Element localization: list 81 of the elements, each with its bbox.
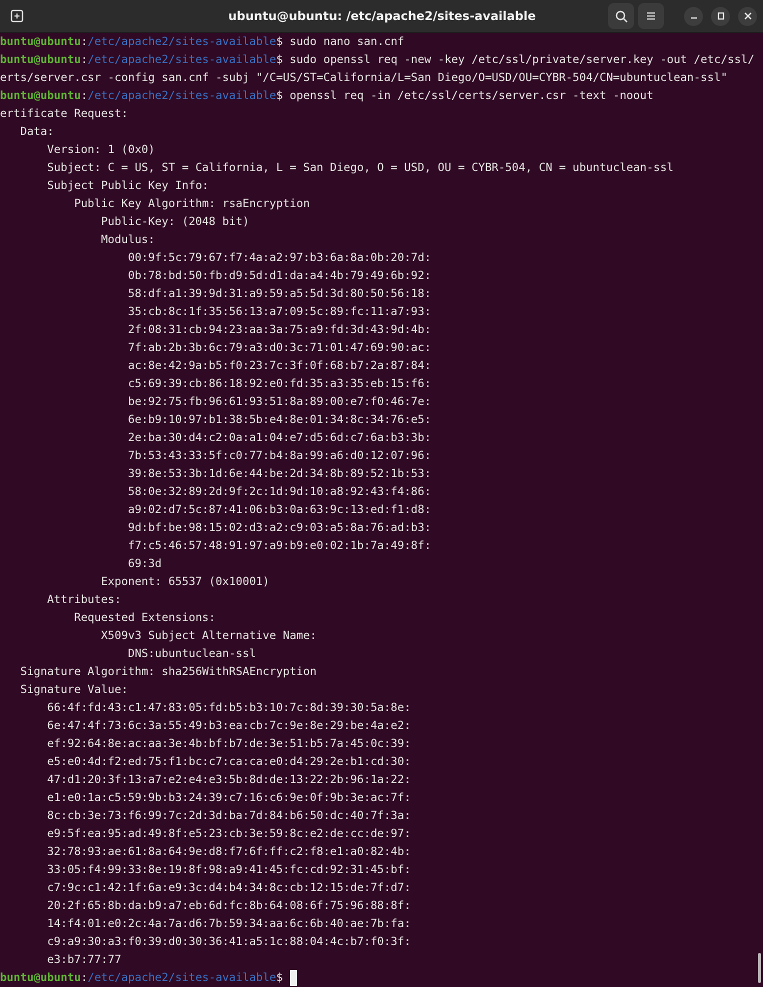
output-line: 00:9f:5c:79:67:f7:4a:a2:97:b3:6a:8a:0b:20:7d: xyxy=(128,250,432,266)
scrollbar-thumb[interactable] xyxy=(758,953,761,983)
output-line: 8c:cb:3e:73:f6:99:7c:2d:3d:ba:7d:84:b6:50:dc:40:7f:3a: xyxy=(47,808,411,824)
command-text: openssl req -in /etc/ssl/certs/server.csr -text -noout xyxy=(290,88,654,104)
output-line: c9:a9:30:a3:f0:39:d0:30:36:41:a5:1c:88:04:4c:b7:f0:3f: xyxy=(47,934,411,950)
output-line: 58:df:a1:39:9d:31:a9:59:a5:5d:3d:80:50:56:18: xyxy=(128,286,432,302)
maximize-icon xyxy=(716,12,724,20)
output-line: 47:d1:20:3f:13:a7:e2:e4:e3:5b:8d:de:13:22:2b:96:1a:22: xyxy=(47,772,411,788)
output-line: ef:92:64:8e:ac:aa:3e:4b:bf:b7:de:3e:51:b5:7a:45:0c:39: xyxy=(47,736,411,752)
output-line: DNS:ubuntuclean-ssl xyxy=(128,646,256,662)
output-line: Signature Value: xyxy=(20,682,128,698)
prompt-user: buntu@ubuntu xyxy=(0,88,81,104)
output-line: e1:e0:1a:c5:59:9b:b3:24:39:c7:16:c6:9e:0f:9b:3e:ac:7f: xyxy=(47,790,411,806)
output-line: Public-Key: (2048 bit) xyxy=(101,214,250,230)
output-line: erts/server.csr -config san.cnf -subj "/C=US/ST=California/L=San Diego/O=USD/OU=CYBR-504/CN=ubuntuclean-ssl" xyxy=(0,70,728,86)
prompt-user: buntu@ubuntu xyxy=(0,52,81,68)
output-line: be:92:75:fb:96:61:93:51:8a:89:00:e7:f0:46:7e: xyxy=(128,394,432,410)
output-line: e5:e0:4d:f2:ed:75:f1:bc:c7:ca:ca:e0:d4:29:2e:b1:cd:30: xyxy=(47,754,411,770)
output-line: Subject Public Key Info: xyxy=(47,178,209,194)
output-line: Data: xyxy=(20,124,54,140)
window-title: ubuntu@ubuntu: /etc/apache2/sites-available xyxy=(227,9,537,23)
prompt-user: buntu@ubuntu xyxy=(0,34,81,50)
output-line: 6e:47:4f:73:6c:3a:55:49:b3:ea:cb:7c:9e:8e:29:be:4a:e2: xyxy=(47,718,411,734)
new-tab-icon xyxy=(10,9,24,23)
search-button[interactable] xyxy=(608,3,634,29)
output-line: Public Key Algorithm: rsaEncryption xyxy=(74,196,310,212)
output-line: 2f:08:31:cb:94:23:aa:3a:75:a9:fd:3d:43:9d:4b: xyxy=(128,322,432,338)
prompt-separator: : xyxy=(80,88,88,104)
close-button[interactable] xyxy=(738,6,757,26)
prompt-path: /etc/apache2/sites-available xyxy=(88,52,276,68)
prompt-path: /etc/apache2/sites-available xyxy=(88,970,276,986)
command-text: sudo openssl req -new -key /etc/ssl/private/server.key -out /etc/ssl/ xyxy=(290,52,754,68)
minimize-button[interactable] xyxy=(684,6,703,26)
prompt-symbol: $ xyxy=(276,34,283,50)
output-line: 66:4f:fd:43:c1:47:83:05:fd:b5:b3:10:7c:8d:39:30:5a:8e: xyxy=(47,700,411,716)
output-line: Exponent: 65537 (0x10001) xyxy=(101,574,270,590)
output-line: 7f:ab:2b:3b:6c:79:a3:d0:3c:71:01:47:69:90:ac: xyxy=(128,340,432,356)
maximize-button[interactable] xyxy=(711,6,730,26)
text-cursor xyxy=(290,970,297,986)
output-line: 0b:78:bd:50:fb:d9:5d:d1:da:a4:4b:79:49:6b:92: xyxy=(128,268,432,284)
prompt-symbol: $ xyxy=(276,88,283,104)
prompt-separator: : xyxy=(80,970,88,986)
output-line: Modulus: xyxy=(101,232,155,248)
output-line: 69:3d xyxy=(128,556,162,572)
output-line: 35:cb:8c:1f:35:56:13:a7:09:5c:89:fc:11:a7:93: xyxy=(128,304,432,320)
prompt-separator: : xyxy=(80,52,88,68)
output-line: X509v3 Subject Alternative Name: xyxy=(101,628,317,644)
output-line: c7:9c:c1:42:1f:6a:e9:3c:d4:b4:34:8c:cb:12:15:de:7f:d7: xyxy=(47,880,411,896)
output-line: Requested Extensions: xyxy=(74,610,216,626)
prompt-user: buntu@ubuntu xyxy=(0,970,81,986)
output-line: a9:02:d7:5c:87:41:06:b3:0a:63:9c:13:ed:f1:d8: xyxy=(128,502,432,518)
output-line: 39:8e:53:3b:1d:6e:44:be:2d:34:8b:89:52:1b:53: xyxy=(128,466,432,482)
close-icon xyxy=(744,12,752,20)
output-line: 9d:bf:be:98:15:02:d3:a2:c9:03:a5:8a:76:ad:b3: xyxy=(128,520,432,536)
prompt-path: /etc/apache2/sites-available xyxy=(88,34,276,50)
output-line: c5:69:39:cb:86:18:92:e0:fd:35:a3:35:eb:15:f6: xyxy=(128,376,432,392)
output-line: 58:0e:32:89:2d:9f:2c:1d:9d:10:a8:92:43:f4:86: xyxy=(128,484,432,500)
output-line: ac:8e:42:9a:b5:f0:23:7c:3f:0f:68:b7:2a:87:84: xyxy=(128,358,432,374)
output-line: Attributes: xyxy=(47,592,122,608)
output-line: 14:f4:01:e0:2c:4a:7a:d6:7b:59:34:aa:6c:6b:40:ae:7b:fa: xyxy=(47,916,411,932)
output-line: Subject: C = US, ST = California, L = San Diego, O = USD, OU = CYBR-504, CN = ubuntuclean-ssl xyxy=(47,160,674,176)
output-line: 2e:ba:30:d4:c2:0a:a1:04:e7:d5:6d:c7:6a:b3:3b: xyxy=(128,430,432,446)
menu-button[interactable] xyxy=(638,3,664,29)
output-line: Version: 1 (0x0) xyxy=(47,142,155,158)
output-line: 6e:b9:10:97:b1:38:5b:e4:8e:01:34:8c:34:76:e5: xyxy=(128,412,432,428)
search-icon xyxy=(614,10,628,22)
prompt-symbol: $ xyxy=(276,970,283,986)
prompt-symbol: $ xyxy=(276,52,283,68)
prompt-path: /etc/apache2/sites-available xyxy=(88,88,276,104)
output-line: f7:c5:46:57:48:91:97:a9:b9:e0:02:1b:7a:49:8f: xyxy=(128,538,432,554)
output-line: e9:5f:ea:95:ad:49:8f:e5:23:cb:3e:59:8c:e2:de:cc:de:97: xyxy=(47,826,411,842)
output-line: 20:2f:65:8b:da:b9:a7:eb:6d:fc:8b:64:08:6f:75:96:88:8f: xyxy=(47,898,411,914)
command-text: sudo nano san.cnf xyxy=(290,34,404,50)
output-line: 7b:53:43:33:5f:c0:77:b4:8a:99:a6:d0:12:07:96: xyxy=(128,448,432,464)
output-line: 33:05:f4:99:33:8e:19:8f:98:a9:41:45:fc:cd:92:31:45:bf: xyxy=(47,862,411,878)
output-line: e3:b7:77:77 xyxy=(47,952,122,968)
menu-icon xyxy=(645,10,657,22)
output-line: ertificate Request: xyxy=(0,106,128,122)
prompt-separator: : xyxy=(80,34,88,50)
output-line: Signature Algorithm: sha256WithRSAEncryption xyxy=(20,664,317,680)
output-line: 32:78:93:ae:61:8a:64:9e:d8:f7:6f:ff:c2:f8:e1:a0:82:4b: xyxy=(47,844,411,860)
